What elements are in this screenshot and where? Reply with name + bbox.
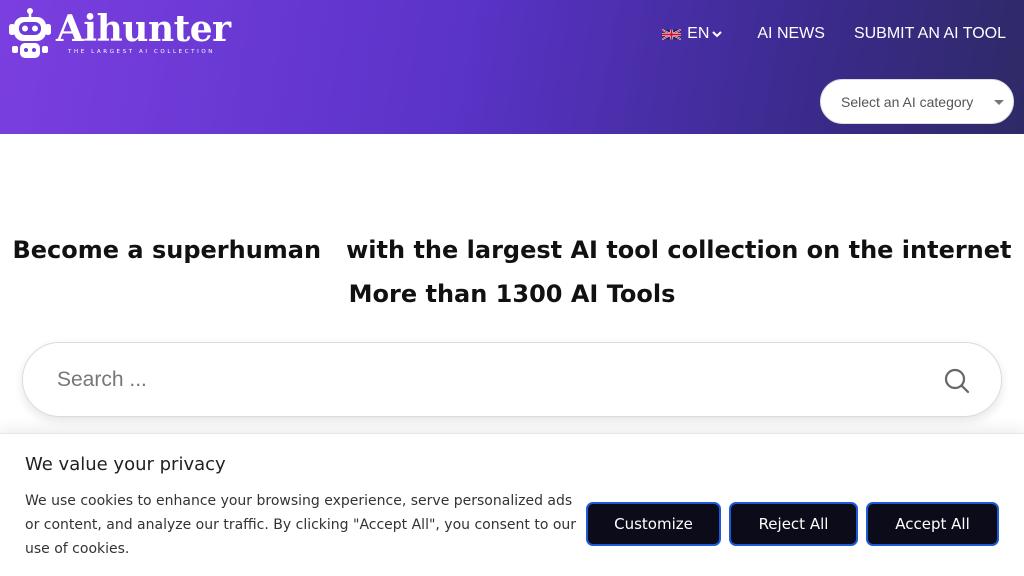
category-select-label: Select an AI category (841, 93, 974, 110)
logo-text-group: Aihunter THE LARGEST AI COLLECTION (56, 8, 231, 55)
cookie-title: We value your privacy (25, 454, 226, 475)
language-switcher[interactable]: EN (662, 25, 723, 43)
nav-link-ai-news[interactable]: AI NEWS (757, 25, 825, 43)
uk-flag-icon (662, 28, 682, 40)
nav-link-submit-tool[interactable]: SUBMIT AN AI TOOL (854, 25, 1006, 43)
search-input[interactable] (57, 361, 917, 399)
robot-logo-icon (9, 8, 51, 58)
accept-all-button[interactable]: Accept All (866, 502, 999, 546)
reject-all-button[interactable]: Reject All (729, 502, 858, 546)
category-select[interactable]: Select an AI category (820, 79, 1014, 124)
chevron-down-icon (712, 31, 723, 38)
logo-tagline: THE LARGEST AI COLLECTION (68, 49, 216, 55)
search-bar (22, 342, 1002, 417)
hero-subheadline: More than 1300 AI Tools (348, 280, 676, 308)
customize-button[interactable]: Customize (586, 502, 721, 546)
logo-wordmark: Aihunter (56, 8, 231, 50)
language-label: EN (687, 25, 710, 42)
top-nav: EN AI NEWS SUBMIT AN AI TOOL (662, 22, 1006, 46)
search-icon[interactable] (943, 367, 971, 395)
site-logo[interactable]: Aihunter THE LARGEST AI COLLECTION (8, 8, 238, 64)
cookie-description: We use cookies to enhance your browsing … (25, 493, 577, 557)
site-header: Aihunter THE LARGEST AI COLLECTION EN AI… (0, 0, 1024, 134)
caret-down-icon (994, 100, 1004, 105)
cookie-consent-banner: We value your privacy We use cookies to … (0, 433, 1024, 576)
hero-headline: Become a superhuman with the largest AI … (12, 236, 1012, 264)
